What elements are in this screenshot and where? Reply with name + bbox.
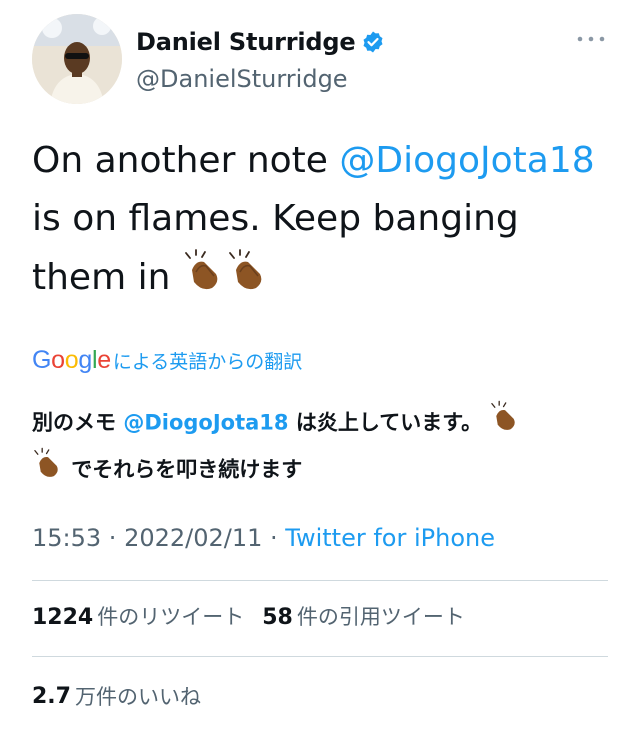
likes-stat[interactable]: 2.7 万件のいいね bbox=[32, 681, 201, 711]
tweet-text: On another note @DiogoJota18 is on flame… bbox=[32, 132, 617, 310]
divider bbox=[32, 580, 608, 581]
likes-label: 万件のいいね bbox=[74, 685, 201, 709]
retweets-stat[interactable]: 1224 件のリツイート bbox=[32, 601, 244, 631]
name-row: Daniel Sturridge bbox=[136, 28, 385, 56]
translated-mention-link[interactable]: @DiogoJota18 bbox=[123, 411, 288, 435]
translation-label: による英語からの翻訳 bbox=[112, 351, 303, 373]
avatar[interactable] bbox=[32, 14, 122, 104]
tweet-time[interactable]: 15:53 bbox=[32, 524, 101, 552]
clapping-hands-icon bbox=[226, 248, 270, 310]
clapping-hands-icon bbox=[489, 400, 521, 447]
quotes-count: 58 bbox=[262, 605, 293, 630]
divider bbox=[32, 656, 608, 657]
translation-attribution[interactable]: Google による英語からの翻訳 bbox=[32, 346, 302, 375]
quotes-stat[interactable]: 58 件の引用ツイート bbox=[262, 601, 465, 631]
clapping-hands-icon bbox=[32, 447, 64, 494]
tweet-text-part: On another note bbox=[32, 140, 340, 181]
translated-text-part: 別のメモ bbox=[32, 410, 124, 435]
tweet-source-link[interactable]: Twitter for iPhone bbox=[285, 524, 495, 552]
translated-text-part: は炎上しています。 bbox=[288, 410, 490, 435]
tweet-text-part: is on flames. Keep banging them in bbox=[32, 198, 519, 298]
tweet-date[interactable]: 2022/02/11 bbox=[124, 524, 262, 552]
handle[interactable]: @DanielSturridge bbox=[136, 65, 348, 93]
engagement-stats: 1224 件のリツイート 58 件の引用ツイート bbox=[32, 601, 465, 631]
quotes-label: 件の引用ツイート bbox=[296, 605, 465, 629]
meta-separator: · bbox=[262, 524, 286, 552]
tweet-meta: 15:53 · 2022/02/11 · Twitter for iPhone bbox=[32, 524, 495, 552]
meta-separator: · bbox=[101, 524, 125, 552]
translated-text-part: でそれらを叩き続けます bbox=[64, 457, 303, 482]
retweets-label: 件のリツイート bbox=[97, 605, 245, 629]
likes-count: 2.7 bbox=[32, 683, 71, 709]
tweet-header: Daniel Sturridge @DanielSturridge bbox=[32, 14, 608, 104]
retweets-count: 1224 bbox=[32, 605, 94, 630]
mention-link[interactable]: @DiogoJota18 bbox=[339, 140, 594, 181]
google-logo: Google bbox=[32, 346, 111, 374]
translated-text: 別のメモ @DiogoJota18 は炎上しています。 でそれらを叩き続けます bbox=[32, 400, 592, 494]
display-name[interactable]: Daniel Sturridge bbox=[136, 28, 356, 56]
more-options-icon[interactable] bbox=[576, 30, 606, 42]
clapping-hands-icon bbox=[182, 248, 226, 310]
verified-badge-icon bbox=[361, 30, 385, 54]
